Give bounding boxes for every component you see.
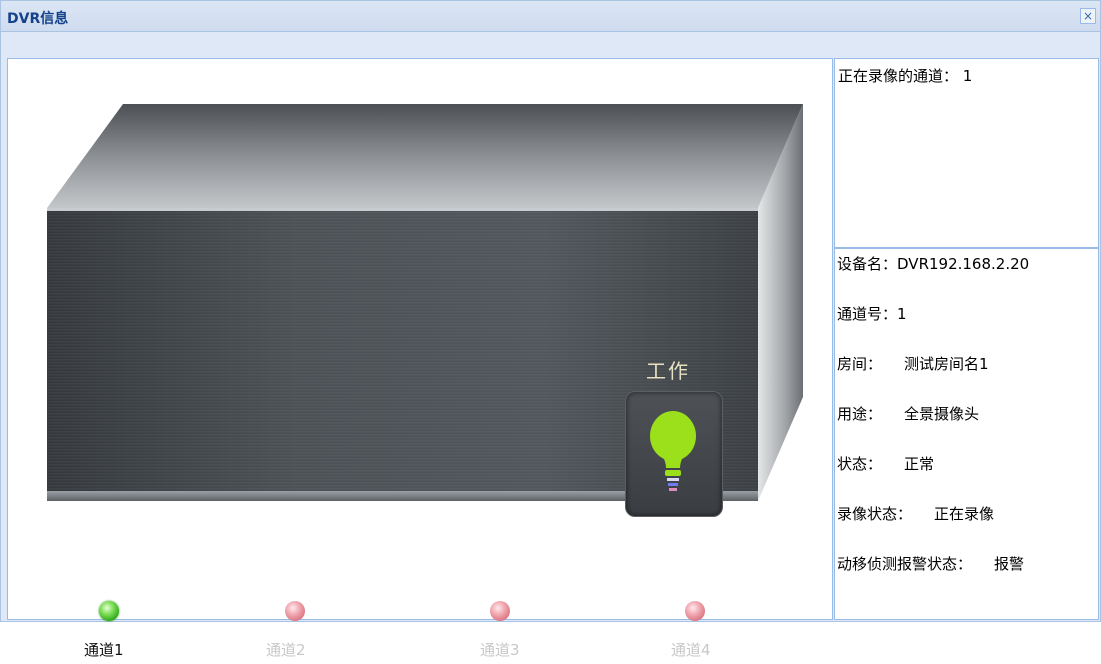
info-record-status: 录像状态： 正在录像 — [837, 503, 994, 524]
device-name-value: DVR192.168.2.20 — [897, 255, 1030, 273]
device-view-panel: 工作 通道1 通道2 通道3 通道4 — [7, 58, 833, 659]
work-indicator — [625, 391, 723, 517]
status-label: 状态： — [837, 455, 883, 473]
channel-indicators: 通道1 通道2 通道3 通道4 — [8, 594, 834, 664]
channel-no-value: 1 — [897, 305, 907, 323]
channel-no-label: 通道号： — [837, 305, 898, 323]
work-status-label: 工作 — [646, 359, 690, 383]
info-status: 状态： 正常 — [837, 453, 934, 474]
close-button[interactable]: × — [1080, 8, 1096, 24]
dvr-top-face — [47, 104, 803, 208]
info-room: 房间： 测试房间名1 — [837, 353, 989, 374]
status-led-icon — [99, 601, 119, 621]
status-led-icon — [285, 601, 305, 621]
recording-channels-value: 1 — [962, 67, 973, 85]
info-usage: 用途： 全景摄像头 — [837, 403, 979, 424]
record-status-value: 正在录像 — [934, 505, 995, 523]
channel-label: 通道2 — [266, 641, 306, 659]
recording-channels-panel: 正在录像的通道： 1 — [834, 58, 1099, 248]
usage-value: 全景摄像头 — [904, 405, 980, 423]
info-motion-alarm: 动移侦测报警状态： 报警 — [837, 553, 1024, 574]
window-title: DVR信息 — [7, 11, 69, 27]
status-led-icon — [685, 601, 705, 621]
dvr-info-window: DVR信息 × 工作 通道1 通道2 通道3 通道4 正在录像的通道： 1 设备… — [0, 0, 1101, 659]
device-info-panel: 设备名：DVR192.168.2.20 通道号：1 房间： 测试房间名1 用途： 全… — [834, 248, 1099, 620]
close-icon: × — [1082, 9, 1094, 23]
channel-label: 通道3 — [480, 641, 520, 659]
record-status-label: 录像状态： — [837, 505, 913, 523]
title-bar: DVR信息 × — [1, 1, 1100, 32]
device-name-label: 设备名： — [837, 255, 898, 273]
recording-channels-text: 正在录像的通道： 1 — [838, 65, 972, 86]
status-led-icon — [490, 601, 510, 621]
light-bulb-icon — [650, 411, 696, 491]
channel-label: 通道4 — [671, 641, 711, 659]
channel-label: 通道1 — [84, 641, 124, 659]
status-value: 正常 — [904, 455, 935, 473]
info-device-name: 设备名：DVR192.168.2.20 — [837, 253, 1029, 274]
info-channel-no: 通道号：1 — [837, 303, 907, 324]
motion-alarm-label: 动移侦测报警状态： — [837, 555, 973, 573]
recording-channels-label: 正在录像的通道： — [838, 67, 959, 85]
usage-label: 用途： — [837, 405, 883, 423]
room-label: 房间： — [837, 355, 883, 373]
dvr-device-illustration — [47, 104, 803, 501]
motion-alarm-value: 报警 — [994, 555, 1025, 573]
room-value: 测试房间名1 — [904, 355, 989, 373]
